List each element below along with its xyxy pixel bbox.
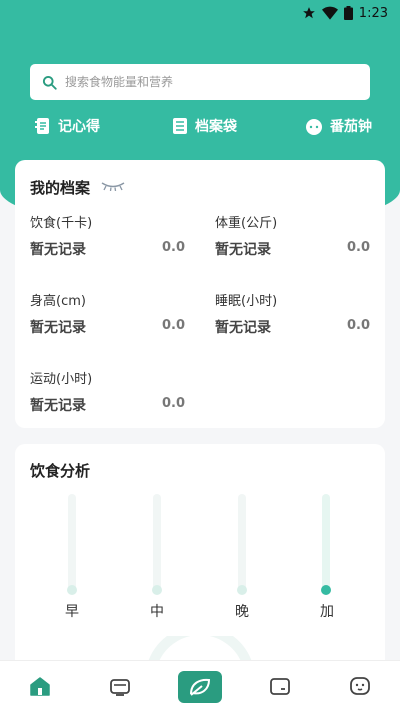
field-value-sleep: 0.0 (346, 318, 370, 333)
meal-bar-dot-lunch (152, 585, 162, 595)
quick-links: 记心得 档案袋 番茄钟 (0, 116, 400, 138)
face-icon (350, 677, 370, 695)
field-label-diet: 饮食(千卡) (30, 216, 93, 231)
field-status-height: 暂无记录 (30, 320, 86, 336)
battery-icon (343, 6, 353, 20)
status-bar: 1:23 (0, 0, 400, 26)
notebook-icon (35, 118, 49, 134)
folder-icon (173, 118, 187, 134)
field-label-sleep: 睡眠(小时) (215, 294, 278, 309)
meal-label-dinner: 晚 (235, 604, 249, 620)
field-value-height: 0.0 (161, 318, 185, 333)
tab-tv[interactable] (107, 673, 133, 699)
wallet-icon (270, 678, 290, 695)
quick-link-notes[interactable]: 记心得 (34, 116, 100, 136)
meal-bar-track-breakfast (68, 494, 76, 594)
profile-card: 我的档案 饮食(千卡) 暂无记录 0.0 体重(公斤) 暂无记录 0.0 身高(… (15, 160, 385, 428)
meal-bar-track-snack (322, 494, 330, 594)
star-icon (302, 7, 315, 19)
field-label-height: 身高(cm) (30, 294, 86, 309)
tab-profile[interactable] (347, 673, 373, 699)
profile-title-text: 我的档案 (30, 179, 91, 197)
field-label-weight: 体重(公斤) (215, 216, 278, 231)
leaf-icon (190, 678, 211, 696)
field-status-diet: 暂无记录 (30, 242, 86, 258)
search-icon (42, 75, 57, 90)
quick-link-label: 记心得 (58, 119, 100, 135)
tab-wallet[interactable] (267, 673, 293, 699)
search-bar[interactable] (30, 64, 370, 100)
meal-bar-dot-snack (321, 585, 331, 595)
diet-title: 饮食分析 (30, 462, 91, 480)
field-status-sleep: 暂无记录 (215, 320, 271, 336)
field-status-exercise: 暂无记录 (30, 398, 86, 414)
profile-title: 我的档案 (30, 177, 90, 198)
tv-icon (110, 679, 130, 696)
status-time: 1:23 (358, 5, 388, 21)
tomato-icon (306, 119, 322, 135)
quick-link-pomodoro[interactable]: 番茄钟 (304, 116, 372, 136)
quick-link-archive[interactable]: 档案袋 (171, 116, 237, 136)
meal-bar-track-dinner (238, 494, 246, 594)
home-icon (30, 677, 50, 696)
tab-home[interactable] (27, 673, 53, 699)
search-input[interactable] (65, 75, 345, 89)
quick-link-label: 档案袋 (195, 119, 237, 135)
eye-closed-icon[interactable] (101, 181, 125, 191)
wifi-icon (321, 6, 338, 20)
field-label-exercise: 运动(小时) (30, 372, 93, 387)
field-value-weight: 0.0 (346, 240, 370, 255)
tab-center-leaf[interactable] (178, 671, 222, 703)
field-value-exercise: 0.0 (161, 396, 185, 411)
field-status-weight: 暂无记录 (215, 242, 271, 258)
bottom-tab-bar (0, 660, 400, 711)
field-value-diet: 0.0 (161, 240, 185, 255)
meal-bar-dot-dinner (237, 585, 247, 595)
meal-bar-dot-breakfast (67, 585, 77, 595)
meal-bar-track-lunch (153, 494, 161, 594)
meal-label-snack: 加 (320, 604, 334, 620)
quick-link-label: 番茄钟 (330, 119, 372, 135)
meal-label-lunch: 中 (150, 604, 164, 620)
meal-label-breakfast: 早 (65, 604, 79, 620)
